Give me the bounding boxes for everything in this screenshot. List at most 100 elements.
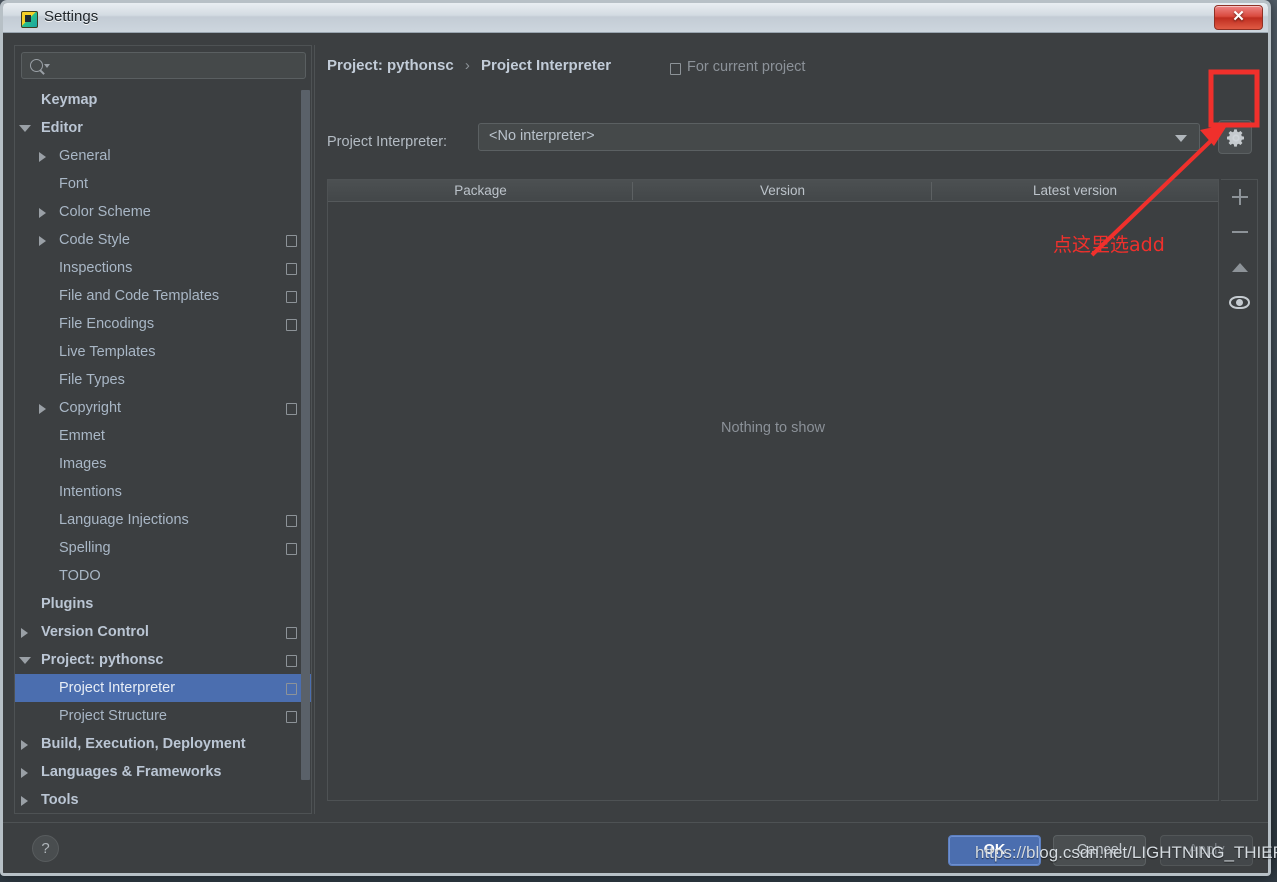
- sidebar-item-label: Code Style: [59, 232, 130, 248]
- sidebar-item-build-execution-deployment[interactable]: Build, Execution, Deployment: [15, 730, 311, 758]
- copy-settings-icon: [284, 401, 297, 415]
- sidebar-item-general[interactable]: General: [15, 142, 311, 170]
- sidebar-item-file-and-code-templates[interactable]: File and Code Templates: [15, 282, 311, 310]
- column-header-package[interactable]: Package: [328, 180, 633, 202]
- column-header-label: Latest version: [1032, 183, 1118, 198]
- project-interpreter-value: <No interpreter>: [489, 128, 595, 144]
- sidebar-scrollbar-thumb[interactable]: [301, 90, 310, 780]
- add-package-button[interactable]: [1221, 180, 1258, 215]
- sidebar-item-intentions[interactable]: Intentions: [15, 478, 311, 506]
- sidebar-item-project-pythonsc[interactable]: Project: pythonsc: [15, 646, 311, 674]
- sidebar-item-code-style[interactable]: Code Style: [15, 226, 311, 254]
- chevron-right-icon[interactable]: [37, 394, 53, 422]
- breadcrumb: Project: pythonsc › Project Interpreter: [327, 57, 611, 74]
- close-icon: ✕: [1232, 8, 1245, 25]
- copy-settings-icon: [284, 653, 297, 667]
- help-icon: ?: [41, 840, 50, 857]
- chevron-down-icon: [1175, 135, 1187, 142]
- sidebar-item-live-templates[interactable]: Live Templates: [15, 338, 311, 366]
- copy-settings-icon: [284, 709, 297, 723]
- sidebar-scrollbar[interactable]: [301, 90, 310, 790]
- sidebar-item-color-scheme[interactable]: Color Scheme: [15, 198, 311, 226]
- copy-settings-icon: [284, 541, 297, 555]
- search-box[interactable]: [21, 52, 306, 79]
- sidebar-item-label: File Types: [59, 372, 125, 388]
- show-early-releases-button[interactable]: [1221, 285, 1258, 320]
- sidebar-item-version-control[interactable]: Version Control: [15, 618, 311, 646]
- sidebar-item-copyright[interactable]: Copyright: [15, 394, 311, 422]
- for-current-project-label: For current project: [668, 59, 806, 75]
- copy-settings-icon: [284, 233, 297, 247]
- chevron-right-icon[interactable]: [37, 142, 53, 170]
- remove-package-button[interactable]: [1221, 215, 1258, 250]
- column-header-label: Package: [454, 183, 507, 198]
- for-current-project-text: For current project: [687, 59, 806, 75]
- breadcrumb-separator-icon: ›: [464, 57, 470, 74]
- settings-tree: Keymap Editor General Font Color Scheme Code …: [15, 86, 311, 813]
- sidebar-item-label: General: [59, 148, 111, 164]
- sidebar-item-label: Keymap: [41, 92, 98, 108]
- sidebar-item-label: Tools: [41, 792, 79, 808]
- close-button[interactable]: ✕: [1214, 5, 1263, 30]
- packages-table: Package Version Latest version Nothing to …: [327, 179, 1219, 801]
- column-header-label: Version: [759, 183, 806, 198]
- column-header-version[interactable]: Version: [633, 180, 932, 202]
- chevron-down-icon[interactable]: [19, 114, 35, 142]
- sidebar-item-project-structure[interactable]: Project Structure: [15, 702, 311, 730]
- packages-table-header: Package Version Latest version: [328, 180, 1218, 202]
- chevron-right-icon[interactable]: [37, 226, 53, 254]
- copy-settings-icon: [284, 625, 297, 639]
- column-header-latest-version[interactable]: Latest version: [932, 180, 1218, 202]
- chevron-right-icon[interactable]: [19, 786, 35, 813]
- sidebar-item-project-interpreter[interactable]: Project Interpreter: [15, 674, 311, 702]
- settings-dialog-body: Keymap Editor General Font Color Scheme Code …: [3, 33, 1268, 873]
- copy-settings-icon: [284, 317, 297, 331]
- sidebar-item-label: TODO: [59, 568, 101, 584]
- sidebar-item-inspections[interactable]: Inspections: [15, 254, 311, 282]
- sidebar-item-keymap[interactable]: Keymap: [15, 86, 311, 114]
- packages-toolbar: [1221, 179, 1258, 801]
- interpreter-panel: Project: pythonsc › Project Interpreter …: [314, 45, 1258, 814]
- settings-sidebar: Keymap Editor General Font Color Scheme Code …: [14, 45, 312, 814]
- interpreter-settings-gear-button[interactable]: [1218, 120, 1252, 154]
- sidebar-item-label: Emmet: [59, 428, 105, 444]
- search-input[interactable]: [56, 56, 300, 77]
- sidebar-item-label: File and Code Templates: [59, 288, 220, 304]
- upgrade-package-button[interactable]: [1221, 250, 1258, 285]
- sidebar-item-languages-frameworks[interactable]: Languages & Frameworks: [15, 758, 311, 786]
- sidebar-item-label: Languages & Frameworks: [41, 764, 222, 780]
- sidebar-item-spelling[interactable]: Spelling: [15, 534, 311, 562]
- sidebar-item-plugins[interactable]: Plugins: [15, 590, 311, 618]
- window-title: Settings: [44, 8, 99, 25]
- sidebar-item-tools[interactable]: Tools: [15, 786, 311, 813]
- chevron-right-icon[interactable]: [19, 758, 35, 786]
- sidebar-item-label: File Encodings: [59, 316, 155, 332]
- sidebar-item-label: Project: pythonsc: [41, 652, 164, 668]
- sidebar-item-label: Version Control: [41, 624, 149, 640]
- sidebar-item-label: Live Templates: [59, 344, 156, 360]
- chevron-right-icon[interactable]: [37, 198, 53, 226]
- chevron-right-icon[interactable]: [19, 618, 35, 646]
- sidebar-item-label: Images: [59, 456, 107, 472]
- copy-settings-icon: [284, 289, 297, 303]
- sidebar-item-language-injections[interactable]: Language Injections: [15, 506, 311, 534]
- sidebar-item-file-types[interactable]: File Types: [15, 366, 311, 394]
- eye-pupil-icon: [1236, 299, 1243, 306]
- breadcrumb-root[interactable]: Project: pythonsc: [327, 57, 454, 74]
- settings-window: Settings ✕ Keymap Editor General Font Color …: [0, 0, 1271, 876]
- sidebar-item-emmet[interactable]: Emmet: [15, 422, 311, 450]
- sidebar-item-images[interactable]: Images: [15, 450, 311, 478]
- sidebar-item-file-encodings[interactable]: File Encodings: [15, 310, 311, 338]
- copy-settings-icon: [284, 261, 297, 275]
- sidebar-item-label: Project Interpreter: [59, 680, 176, 696]
- search-icon: [30, 59, 43, 72]
- chevron-right-icon[interactable]: [19, 730, 35, 758]
- sidebar-item-editor[interactable]: Editor: [15, 114, 311, 142]
- help-button[interactable]: ?: [32, 835, 59, 862]
- sidebar-item-todo[interactable]: TODO: [15, 562, 311, 590]
- breadcrumb-leaf: Project Interpreter: [481, 57, 612, 74]
- chevron-down-icon[interactable]: [19, 646, 35, 674]
- project-interpreter-dropdown[interactable]: <No interpreter>: [478, 123, 1200, 151]
- sidebar-item-font[interactable]: Font: [15, 170, 311, 198]
- sidebar-item-label: Color Scheme: [59, 204, 151, 220]
